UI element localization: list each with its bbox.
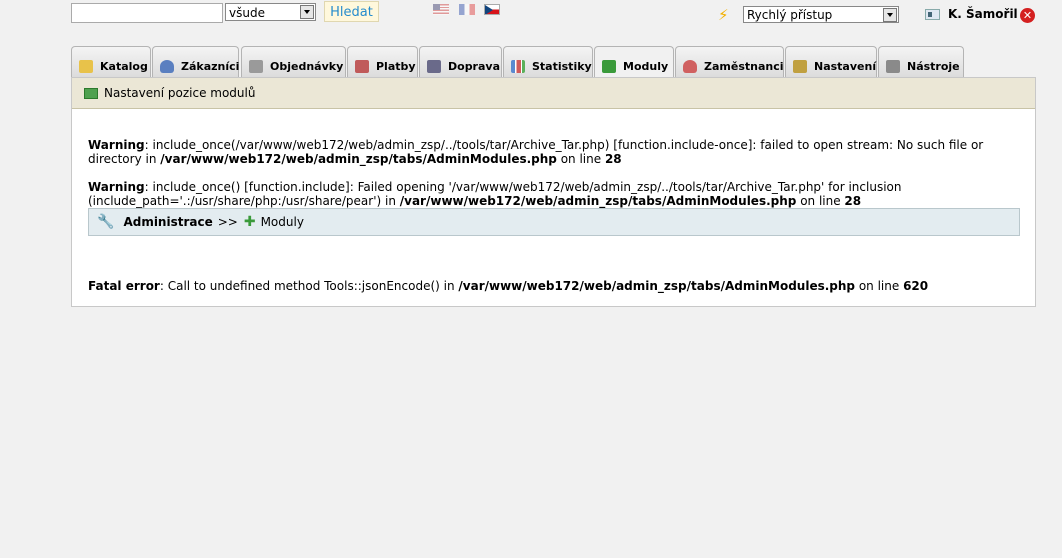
warning-on-line: on line (796, 194, 845, 208)
warning-label: Warning (88, 180, 145, 194)
tab-label: Nastavení (814, 59, 877, 73)
fatal-text: : Call to undefined method Tools::jsonEn… (159, 279, 459, 293)
quick-access-select[interactable]: Rychlý přístup (743, 6, 899, 23)
tab-label: Moduly (623, 60, 669, 73)
logout-icon[interactable]: ✕ (1020, 8, 1035, 23)
tab-label: Katalog (100, 59, 148, 73)
search-scope-select[interactable]: všude (225, 3, 316, 21)
quick-access-value: Rychlý přístup (747, 8, 833, 22)
tab-nastaveni[interactable]: Nastavení (785, 46, 877, 77)
wrench-icon: 🔧 (97, 214, 115, 230)
payment-icon (355, 59, 369, 73)
tab-label: Zákazníci (181, 59, 240, 73)
search-input[interactable] (71, 3, 223, 23)
tab-label: Doprava (448, 59, 501, 73)
employee-icon (683, 59, 697, 73)
tab-platby[interactable]: Platby (347, 46, 418, 77)
warning-message-1: Warning: include_once(/var/www/web172/we… (88, 138, 1028, 166)
chevron-down-icon (883, 8, 897, 22)
tab-zamestnanci[interactable]: Zaměstnanci (675, 46, 784, 77)
puzzle-icon: ✚ (243, 214, 256, 230)
fatal-file: /var/www/web172/web/admin_zsp/tabs/Admin… (458, 279, 856, 293)
user-card-icon (925, 9, 940, 20)
tab-nastroje[interactable]: Nástroje (878, 46, 964, 77)
chart-icon (511, 59, 525, 73)
cart-icon (249, 59, 263, 73)
tab-katalog[interactable]: Katalog (71, 46, 151, 77)
fatal-error-message: Fatal error: Call to undefined method To… (88, 279, 1028, 293)
flag-fr-icon[interactable] (459, 4, 475, 15)
content-panel: Nastavení pozice modulů Warning: include… (71, 77, 1036, 307)
truck-icon (427, 59, 441, 73)
flag-cz-icon[interactable] (484, 4, 500, 15)
search-scope-value: všude (229, 6, 265, 20)
tab-label: Statistiky (532, 59, 592, 73)
flag-en-icon[interactable] (433, 4, 449, 15)
warning-line: 28 (844, 194, 862, 208)
wrench-icon (886, 59, 900, 73)
puzzle-icon (602, 60, 616, 73)
tab-statistiky[interactable]: Statistiky (503, 46, 593, 77)
warning-file: /var/www/web172/web/admin_zsp/tabs/Admin… (160, 152, 557, 166)
warning-label: Warning (88, 138, 145, 152)
warning-line: 28 (604, 152, 622, 166)
user-name: K. Šamořil (948, 7, 1018, 21)
customer-icon (160, 59, 174, 73)
warning-on-line: on line (556, 152, 605, 166)
fatal-on-line: on line (855, 279, 904, 293)
fatal-line: 620 (903, 279, 929, 293)
folder-icon (79, 59, 93, 73)
panel-header: Nastavení pozice modulů (72, 78, 1035, 109)
tab-objednavky[interactable]: Objednávky (241, 46, 346, 77)
fatal-label: Fatal error (88, 279, 160, 293)
breadcrumb: 🔧 Administrace >> ✚ Moduly (88, 208, 1020, 236)
lightning-icon: ⚡ (718, 6, 729, 24)
tab-label: Nástroje (907, 59, 960, 73)
settings-icon (793, 59, 807, 73)
tab-label: Objednávky (270, 59, 344, 73)
chevron-down-icon (300, 5, 314, 19)
tab-doprava[interactable]: Doprava (419, 46, 502, 77)
warning-message-2: Warning: include_once() [function.includ… (88, 180, 1028, 208)
panel-title: Nastavení pozice modulů (104, 86, 256, 100)
module-icon (84, 87, 98, 99)
tab-moduly[interactable]: Moduly (594, 46, 674, 78)
breadcrumb-separator: >> (217, 215, 238, 229)
breadcrumb-root[interactable]: Administrace (123, 215, 212, 229)
breadcrumb-current: Moduly (260, 215, 304, 229)
tab-label: Platby (376, 59, 416, 73)
tab-label: Zaměstnanci (704, 59, 784, 73)
search-button[interactable]: Hledat (324, 1, 379, 22)
tab-zakaznici[interactable]: Zákazníci (152, 46, 239, 77)
warning-file: /var/www/web172/web/admin_zsp/tabs/Admin… (399, 194, 797, 208)
